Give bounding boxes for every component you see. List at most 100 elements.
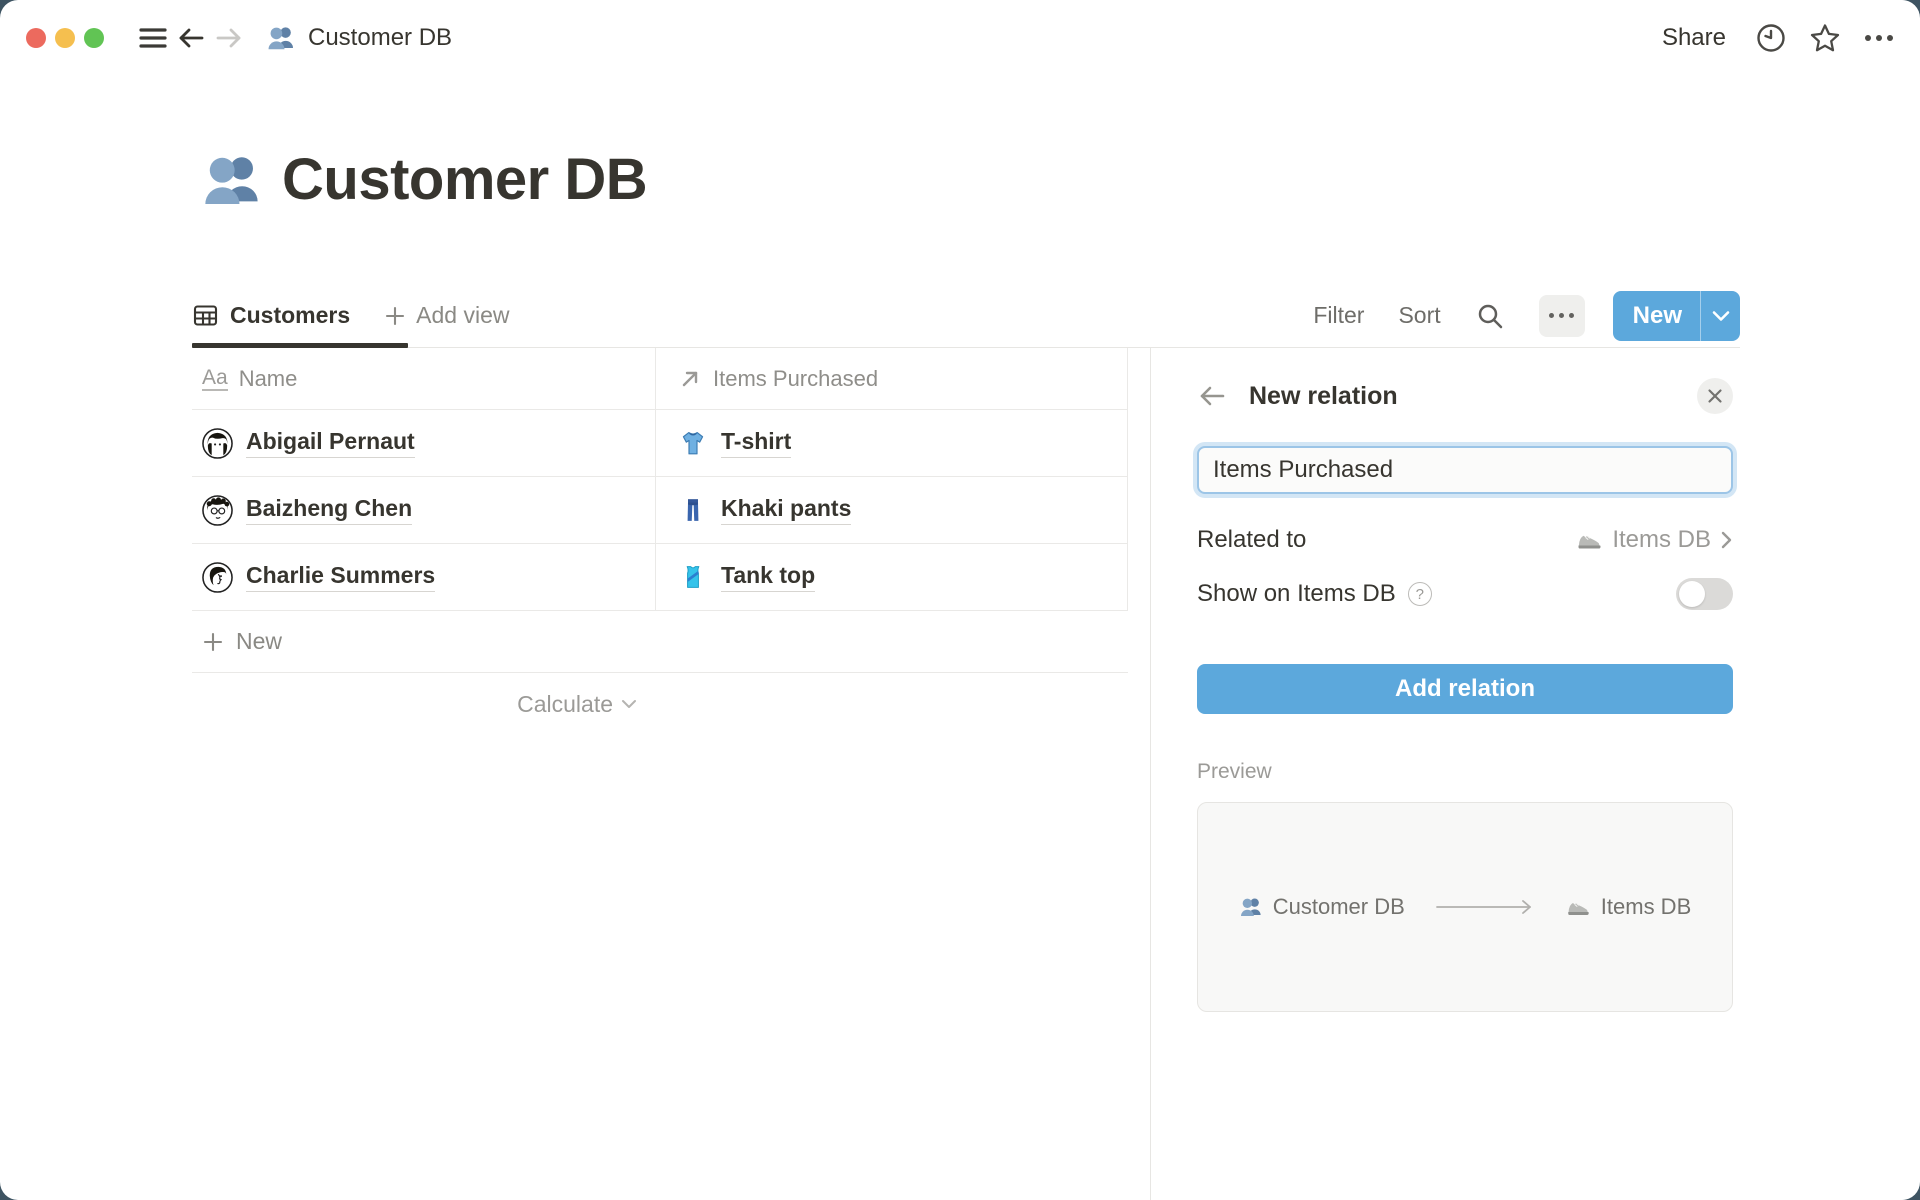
table-row: Abigail Pernaut T-shirt xyxy=(192,410,1128,477)
name-cell[interactable]: Charlie Summers xyxy=(192,544,655,610)
table-header-row: Aa Name Items Purchased xyxy=(192,348,1128,410)
new-row-button[interactable]: New xyxy=(192,611,1128,673)
chevron-down-icon xyxy=(621,699,637,709)
page-title[interactable]: Customer DB xyxy=(282,146,647,213)
chevron-right-icon xyxy=(1720,530,1733,550)
people-icon-small xyxy=(1239,895,1263,919)
related-to-db-name: Items DB xyxy=(1612,526,1711,554)
new-button-label: New xyxy=(1633,302,1682,330)
breadcrumb-title: Customer DB xyxy=(308,24,452,52)
shoe-icon xyxy=(1575,526,1603,554)
add-relation-button[interactable]: Add relation xyxy=(1197,664,1733,714)
star-icon xyxy=(1808,22,1842,54)
calculate-label: Calculate xyxy=(517,691,613,718)
item-link[interactable]: T-shirt xyxy=(721,428,791,458)
zoom-window-button[interactable] xyxy=(84,28,104,48)
item-link[interactable]: Khaki pants xyxy=(721,495,851,525)
search-icon[interactable] xyxy=(1475,301,1505,331)
shoe-icon-small xyxy=(1565,894,1591,920)
tank-top-icon xyxy=(678,562,708,592)
avatar-abigail-icon xyxy=(202,428,233,459)
traffic-lights xyxy=(26,28,104,48)
help-icon[interactable]: ? xyxy=(1408,582,1432,606)
related-to-row[interactable]: Related to Items DB xyxy=(1197,520,1733,560)
items-cell[interactable]: Tank top xyxy=(655,544,1128,610)
new-button[interactable]: New xyxy=(1613,291,1700,341)
view-options-button[interactable] xyxy=(1539,295,1585,337)
relation-name-input[interactable] xyxy=(1197,446,1733,494)
show-on-row: Show on Items DB ? xyxy=(1197,574,1733,614)
relation-arrow-icon xyxy=(678,367,702,391)
topbar: Customer DB Share xyxy=(0,0,1920,76)
panel-close-button[interactable] xyxy=(1697,378,1733,414)
preview-source-name: Customer DB xyxy=(1273,894,1405,920)
notion-window: Customer DB Share C xyxy=(0,0,1920,1200)
name-cell[interactable]: Baizheng Chen xyxy=(192,477,655,543)
sort-button[interactable]: Sort xyxy=(1398,302,1440,329)
tab-customers[interactable]: Customers xyxy=(192,284,376,347)
close-window-button[interactable] xyxy=(26,28,46,48)
tshirt-icon xyxy=(678,428,708,458)
items-cell[interactable]: T-shirt xyxy=(655,410,1128,476)
hamburger-icon xyxy=(138,25,168,51)
new-relation-panel: New relation Related to Items DB xyxy=(1151,348,1737,1200)
dot xyxy=(1569,313,1574,318)
table-row: Baizheng Chen Khaki pants xyxy=(192,477,1128,544)
back-button[interactable] xyxy=(172,19,210,57)
filter-button[interactable]: Filter xyxy=(1313,302,1364,329)
pants-icon xyxy=(678,495,708,525)
calculate-control[interactable]: Calculate xyxy=(192,673,655,735)
column-header-name[interactable]: Aa Name xyxy=(192,348,655,409)
view-tabs: Customers Add view xyxy=(192,284,509,347)
view-controls: Filter Sort New xyxy=(1313,291,1740,341)
forward-button[interactable] xyxy=(210,19,248,57)
customer-name-link[interactable]: Charlie Summers xyxy=(246,562,435,592)
dot xyxy=(1549,313,1554,318)
text-property-icon: Aa xyxy=(202,367,228,391)
updates-button[interactable] xyxy=(1752,19,1790,57)
add-relation-label: Add relation xyxy=(1395,675,1535,703)
share-button[interactable]: Share xyxy=(1652,20,1736,56)
chevron-down-icon xyxy=(1712,310,1730,322)
panel-title: New relation xyxy=(1249,382,1398,411)
new-button-dropdown[interactable] xyxy=(1700,291,1740,341)
favorite-button[interactable] xyxy=(1806,19,1844,57)
breadcrumb[interactable]: Customer DB xyxy=(266,23,452,53)
show-on-toggle[interactable] xyxy=(1676,578,1733,610)
dot xyxy=(1559,313,1564,318)
close-icon xyxy=(1707,388,1723,404)
toggle-knob xyxy=(1679,581,1705,607)
table-row: Charlie Summers Tank top xyxy=(192,544,1128,611)
more-options-button[interactable] xyxy=(1860,19,1898,57)
panel-back-button[interactable] xyxy=(1197,384,1227,408)
minimize-window-button[interactable] xyxy=(55,28,75,48)
tab-customers-label: Customers xyxy=(230,302,350,329)
plus-icon xyxy=(202,631,224,653)
related-to-value: Items DB xyxy=(1575,526,1733,554)
new-row-label: New xyxy=(236,628,282,655)
avatar-baizheng-icon xyxy=(202,495,233,526)
long-arrow-right-icon xyxy=(1435,899,1535,915)
topbar-actions: Share xyxy=(1652,19,1898,57)
relation-preview-card: Customer DB Items DB xyxy=(1197,802,1733,1012)
panel-header: New relation xyxy=(1197,378,1733,414)
sidebar-menu-button[interactable] xyxy=(134,19,172,57)
people-icon-large[interactable] xyxy=(200,148,264,212)
item-link[interactable]: Tank top xyxy=(721,562,815,592)
related-to-label: Related to xyxy=(1197,526,1306,554)
back-arrow-icon xyxy=(177,26,205,50)
items-cell[interactable]: Khaki pants xyxy=(655,477,1128,543)
customer-name-link[interactable]: Baizheng Chen xyxy=(246,495,412,525)
column-header-items-purchased[interactable]: Items Purchased xyxy=(655,348,1128,409)
page-title-block: Customer DB xyxy=(200,146,647,213)
add-view-button[interactable]: Add view xyxy=(376,302,509,329)
preview-target-name: Items DB xyxy=(1601,894,1691,920)
people-icon xyxy=(266,23,296,53)
customers-table: Aa Name Items Purchased Abigail Pernaut xyxy=(192,348,1128,735)
avatar-charlie-icon xyxy=(202,562,233,593)
plus-icon xyxy=(384,305,406,327)
customer-name-link[interactable]: Abigail Pernaut xyxy=(246,428,415,458)
ellipsis-icon xyxy=(1863,33,1895,43)
new-split-button: New xyxy=(1613,291,1740,341)
name-cell[interactable]: Abigail Pernaut xyxy=(192,410,655,476)
